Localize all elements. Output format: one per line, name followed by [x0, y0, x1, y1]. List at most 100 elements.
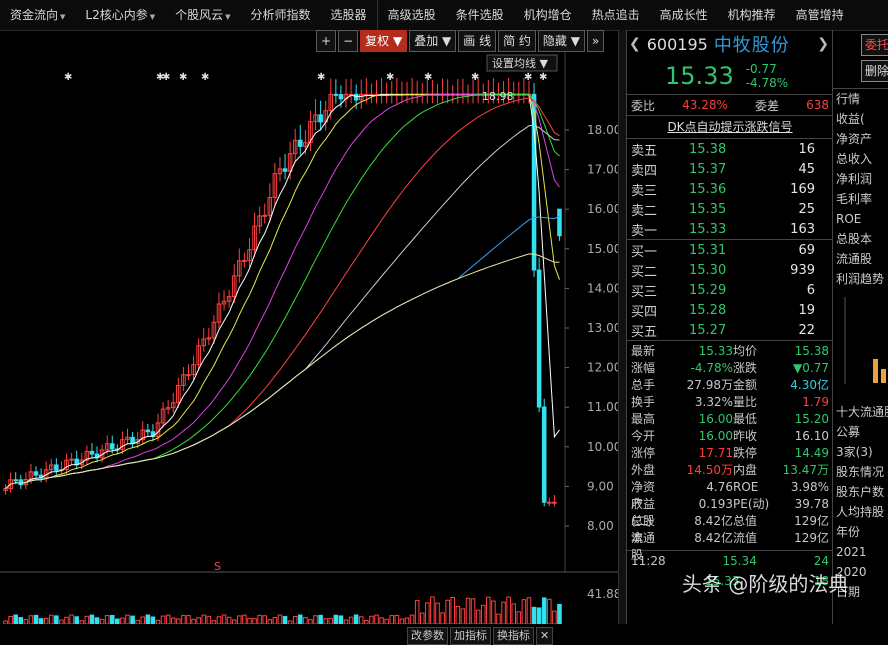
- menu-item[interactable]: 机构推荐: [718, 0, 786, 30]
- candle-body: [298, 139, 303, 147]
- stat-value: 14.49: [794, 446, 829, 460]
- info-item: 2021: [836, 545, 867, 559]
- menu-item[interactable]: L2核心内参 ▼: [75, 0, 165, 30]
- order-book-row[interactable]: 买二 15.30 939: [627, 260, 833, 280]
- peak-price-label: 18.98: [482, 90, 514, 103]
- order-book-row[interactable]: 买一 15.31 69: [627, 240, 833, 260]
- indicator-button[interactable]: 加指标: [450, 627, 491, 645]
- hide-dropdown[interactable]: 隐藏 ▼: [537, 30, 585, 52]
- info-item: 流通股: [836, 252, 873, 266]
- prev-stock-icon[interactable]: ❮: [629, 36, 641, 52]
- stat-row: 收益(二) 0.193 PE(动) 39.78: [627, 496, 833, 528]
- weibi-value: 43.28%: [682, 98, 728, 112]
- quote-tab[interactable]: 行情: [833, 88, 888, 109]
- order-book-row[interactable]: 卖五 15.38 16: [627, 139, 833, 159]
- stats-table: 最新 15.33 均价 15.38 涨幅 -4.78% 涨跌 ▼0.77 总手 27.98万 金额 4…: [627, 340, 833, 562]
- order-button[interactable]: 委托: [861, 34, 888, 56]
- menu-item[interactable]: 条件选股: [446, 0, 514, 30]
- menu-item[interactable]: 分析师指数: [241, 0, 321, 30]
- order-level: 卖三: [631, 183, 658, 199]
- stat-value: 16.00: [698, 429, 733, 443]
- order-price: 15.35: [689, 201, 727, 217]
- price-line: 15.33 -0.77 -4.78%: [627, 58, 833, 94]
- menu-item[interactable]: 机构增仓: [514, 0, 582, 30]
- kline-chart[interactable]: 18.00 17.00 16.00 15.00 14.00 13.00 12.00 11.00…: [0, 52, 620, 624]
- candle-body: [353, 93, 359, 101]
- menu-item[interactable]: 选股器: [321, 0, 377, 30]
- simple-mode-button[interactable]: 简 约: [498, 30, 536, 52]
- stat-label: 金额: [733, 378, 758, 392]
- order-volume: 22: [798, 322, 815, 338]
- menu-item[interactable]: 高成长性: [650, 0, 718, 30]
- indicator-button[interactable]: 改参数: [407, 627, 448, 645]
- far-right-panel: 委托 删除 行情 收益(净资产 总收入 净利润 毛利率 ROE 总股本 流通股 利润趋势 十大…: [832, 30, 888, 624]
- ask-book: 卖五 15.38 16 卖四 15.37 45 卖三 15.36 169 卖二 15.35 25 卖一 1…: [627, 138, 833, 239]
- candle-body: [145, 429, 151, 433]
- dk-signal-link[interactable]: DK点自动提示涨跌信号: [627, 115, 833, 138]
- candle-body: [557, 208, 562, 237]
- menu-item[interactable]: 高管增持: [786, 0, 854, 30]
- delete-button[interactable]: 删除: [861, 60, 888, 82]
- trend-bar: [873, 359, 878, 383]
- order-volume: 69: [798, 242, 815, 258]
- volume-bar: [150, 616, 156, 624]
- menu-item[interactable]: 热点追击: [582, 0, 650, 30]
- dropdown-icon: ▼: [149, 13, 156, 21]
- y-tick-label: 17.00: [587, 163, 620, 177]
- stat-row: 净资产 4.76 ROE 3.98%: [627, 479, 833, 511]
- order-book-row[interactable]: 卖二 15.35 25: [627, 199, 833, 219]
- order-book-row[interactable]: 买三 15.29 6: [627, 280, 833, 300]
- order-price: 15.36: [689, 181, 727, 197]
- zoom-out-button[interactable]: −: [338, 30, 359, 52]
- info-item: 净资产: [836, 132, 873, 146]
- candle-body: [282, 168, 288, 172]
- y-tick-label: 11.00: [587, 400, 620, 414]
- menu-item[interactable]: 高级选股: [376, 0, 446, 30]
- menu-item[interactable]: 资金流向 ▼: [0, 0, 75, 30]
- order-level: 卖二: [631, 203, 658, 219]
- stat-row: 换手 3.32% 量比 1.79: [627, 394, 833, 411]
- order-price: 15.30: [689, 262, 727, 278]
- quote-panel: ❮ 600195 中牧股份 ❯ 15.33 -0.77 -4.78% 委比 43…: [626, 30, 833, 624]
- indicator-button[interactable]: 换指标: [493, 627, 534, 645]
- change-percent: -4.78%: [745, 76, 789, 90]
- zoom-in-button[interactable]: +: [316, 30, 337, 52]
- order-book-row[interactable]: 买五 15.27 22: [627, 320, 833, 340]
- stat-value: -4.78%: [690, 361, 733, 375]
- expand-button[interactable]: »: [586, 30, 605, 52]
- volume-bar: [13, 614, 18, 624]
- close-icon[interactable]: ✕: [536, 627, 554, 645]
- trend-bar: [881, 369, 886, 383]
- order-book-row[interactable]: 买四 15.28 19: [627, 300, 833, 320]
- tick-volume: 24: [813, 554, 829, 568]
- info-item: 公募: [836, 425, 861, 439]
- order-book-row[interactable]: 卖一 15.33 163: [627, 219, 833, 239]
- stock-code: 600195: [646, 34, 708, 54]
- order-book-row[interactable]: 卖三 15.36 169: [627, 179, 833, 199]
- stat-label: 最低: [733, 412, 758, 426]
- y-tick-label: 9.00: [587, 479, 614, 493]
- stat-value: 17.71: [698, 446, 733, 460]
- volume-bar: [536, 607, 542, 624]
- info-item: 总股本: [836, 232, 873, 246]
- stat-label: 总手: [631, 378, 656, 392]
- volume-bar: [54, 615, 59, 624]
- overlay-dropdown[interactable]: 叠加 ▼: [409, 30, 457, 52]
- volume-bar: [18, 617, 24, 624]
- y-tick-label: 14.00: [587, 281, 620, 295]
- y-tick-label: 13.00: [587, 321, 620, 335]
- draw-line-button[interactable]: 画 线: [458, 30, 497, 52]
- info-item: 收益(: [836, 112, 865, 126]
- profit-trend-chart: [844, 297, 886, 384]
- order-level: 买四: [631, 304, 658, 320]
- menu-item[interactable]: 个股风云 ▼: [165, 0, 240, 30]
- info-item: 利润趋势: [836, 272, 885, 286]
- kline-chart-area[interactable]: 18.00 17.00 16.00 15.00 14.00 13.00 12.00 11.00…: [0, 52, 620, 645]
- order-book-row[interactable]: 卖四 15.37 45: [627, 159, 833, 179]
- order-volume: 939: [790, 262, 815, 278]
- fuquan-dropdown[interactable]: 复权 ▼: [360, 30, 408, 52]
- volume-bar: [318, 614, 323, 624]
- dropdown-icon: ▼: [60, 13, 66, 21]
- next-stock-icon[interactable]: ❯: [817, 36, 829, 52]
- candle-body: [89, 450, 95, 455]
